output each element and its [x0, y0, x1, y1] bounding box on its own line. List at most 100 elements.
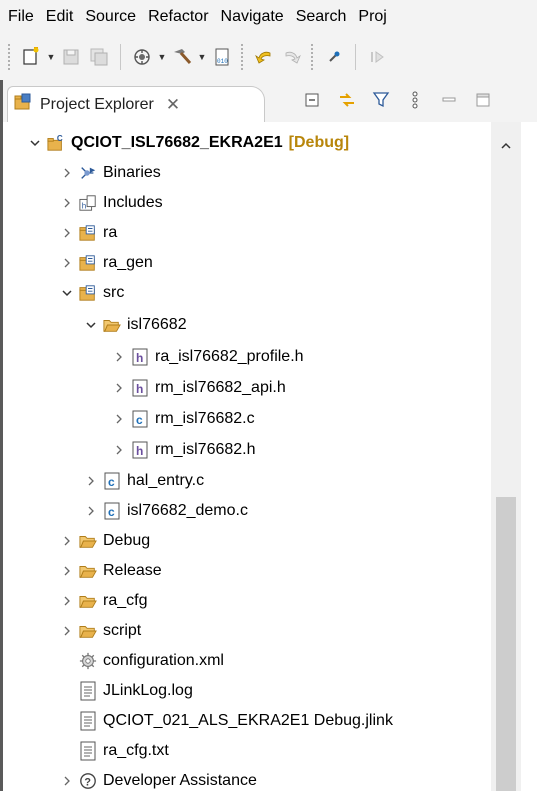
chevron-down-icon[interactable]: [27, 135, 43, 151]
binaries-icon: [79, 164, 97, 182]
minimize-icon[interactable]: [439, 90, 459, 110]
tree-label: rm_isl76682_api.h: [155, 379, 286, 396]
menu-navigate[interactable]: Navigate: [215, 8, 290, 26]
maximize-icon[interactable]: [473, 90, 493, 110]
tree-item-file[interactable]: c isl76682_demo.c: [83, 496, 248, 526]
chevron-right-icon[interactable]: [83, 503, 99, 519]
source-folder-icon: [79, 224, 97, 242]
tree-item-file[interactable]: c hal_entry.c: [83, 466, 204, 496]
toolbar-grip[interactable]: [8, 44, 12, 70]
gear-icon: [79, 652, 97, 670]
link-with-editor-icon[interactable]: [337, 90, 357, 110]
project-explorer-header: Project Explorer ✕: [3, 80, 537, 122]
chevron-right-icon[interactable]: [83, 473, 99, 489]
binary-file-icon[interactable]: 010: [209, 44, 235, 70]
tree-label: Binaries: [103, 164, 161, 181]
tree-item-folder[interactable]: Release: [59, 556, 162, 586]
tree-item-file[interactable]: h rm_isl76682.h: [111, 435, 256, 465]
chevron-down-icon[interactable]: [59, 285, 75, 301]
new-dropdown-chevron-icon[interactable]: ▼: [46, 44, 56, 70]
chevron-up-icon[interactable]: [491, 136, 521, 156]
tree-item-file[interactable]: JLinkLog.log: [79, 676, 193, 706]
tree-item-file[interactable]: c rm_isl76682.c: [111, 404, 255, 434]
chevron-right-icon[interactable]: [59, 623, 75, 639]
save-all-icon[interactable]: [86, 44, 112, 70]
folder-icon: [79, 592, 97, 610]
forward-arrow-icon[interactable]: [279, 44, 305, 70]
chevron-right-icon[interactable]: [59, 165, 75, 181]
menu-edit[interactable]: Edit: [40, 8, 80, 26]
build-config-label: [Debug]: [288, 134, 350, 151]
menu-bar: File Edit Source Refactor Navigate Searc…: [0, 0, 537, 34]
new-wizard-icon[interactable]: [18, 44, 44, 70]
menu-source[interactable]: Source: [79, 8, 142, 26]
debug-dropdown-chevron-icon[interactable]: ▼: [157, 44, 167, 70]
filter-icon[interactable]: [371, 90, 391, 110]
source-folder-icon: [79, 284, 97, 302]
tree-item-isl76682[interactable]: isl76682: [83, 310, 187, 340]
save-icon[interactable]: [58, 44, 84, 70]
header-file-icon: h: [131, 348, 149, 366]
build-hammer-icon[interactable]: [169, 44, 195, 70]
tab-project-explorer[interactable]: Project Explorer ✕: [7, 86, 265, 122]
tree-label: configuration.xml: [103, 652, 224, 669]
svg-text:h: h: [136, 444, 143, 458]
tree-item-file[interactable]: QCIOT_021_ALS_EKRA2E1 Debug.jlink: [79, 706, 393, 736]
tree-label: ra_gen: [103, 254, 153, 271]
svg-text:c: c: [108, 475, 115, 489]
chevron-right-icon[interactable]: [59, 563, 75, 579]
chevron-right-icon[interactable]: [111, 349, 127, 365]
chevron-right-icon[interactable]: [59, 255, 75, 271]
tree-item-folder[interactable]: ra_cfg: [59, 586, 147, 616]
svg-text:c: c: [108, 505, 115, 519]
tree-label: Includes: [103, 194, 163, 211]
toolbar-grip-2[interactable]: [241, 44, 245, 70]
tree-item-src[interactable]: src: [59, 278, 124, 308]
tree-item-file[interactable]: h rm_isl76682_api.h: [111, 373, 286, 403]
tree-item-developer-assistance[interactable]: ? Developer Assistance: [59, 766, 257, 796]
back-arrow-icon[interactable]: [251, 44, 277, 70]
c-source-file-icon: c: [103, 502, 121, 520]
tree-item-project[interactable]: C QCIOT_ISL76682_EKRA2E1 [Debug]: [27, 128, 349, 158]
pin-icon[interactable]: [321, 44, 347, 70]
menu-refactor[interactable]: Refactor: [142, 8, 214, 26]
vertical-scrollbar[interactable]: [491, 122, 521, 791]
tree-item-folder[interactable]: Debug: [59, 526, 150, 556]
project-name: QCIOT_ISL76682_EKRA2E1: [71, 134, 283, 151]
view-toolbar: [303, 90, 493, 110]
menu-project[interactable]: Proj: [352, 8, 392, 26]
chevron-right-icon[interactable]: [59, 225, 75, 241]
chevron-right-icon[interactable]: [59, 593, 75, 609]
tree-item-ra-gen[interactable]: ra_gen: [59, 248, 153, 278]
view-menu-icon[interactable]: [405, 90, 425, 110]
chevron-right-icon[interactable]: [59, 533, 75, 549]
chevron-right-icon[interactable]: [111, 442, 127, 458]
menu-search[interactable]: Search: [290, 8, 353, 26]
tree-item-ra[interactable]: ra: [59, 218, 117, 248]
tree-label: QCIOT_021_ALS_EKRA2E1 Debug.jlink: [103, 712, 393, 729]
tree-label: src: [103, 284, 125, 301]
chevron-down-icon[interactable]: [83, 317, 99, 333]
debug-config-icon[interactable]: [129, 44, 155, 70]
tree-item-file[interactable]: ra_cfg.txt: [79, 736, 169, 766]
tree-item-includes[interactable]: h Includes: [59, 188, 163, 218]
resume-icon[interactable]: [364, 44, 390, 70]
tree-item-binaries[interactable]: Binaries: [59, 158, 161, 188]
tree-item-file[interactable]: h ra_isl76682_profile.h: [111, 342, 304, 372]
chevron-right-icon[interactable]: [59, 195, 75, 211]
toolbar-grip-3[interactable]: [311, 44, 315, 70]
menu-file[interactable]: File: [0, 8, 40, 26]
collapse-all-icon[interactable]: [303, 90, 323, 110]
close-icon[interactable]: ✕: [166, 95, 180, 115]
tree-item-file[interactable]: configuration.xml: [79, 646, 224, 676]
build-dropdown-chevron-icon[interactable]: ▼: [197, 44, 207, 70]
chevron-right-icon[interactable]: [59, 773, 75, 789]
chevron-right-icon[interactable]: [111, 411, 127, 427]
scrollbar-thumb[interactable]: [496, 497, 516, 791]
svg-text:?: ?: [84, 777, 91, 789]
folder-icon: [79, 622, 97, 640]
tree-item-folder[interactable]: script: [59, 616, 141, 646]
svg-text:010: 010: [217, 58, 228, 65]
chevron-right-icon[interactable]: [111, 380, 127, 396]
folder-icon: [79, 532, 97, 550]
